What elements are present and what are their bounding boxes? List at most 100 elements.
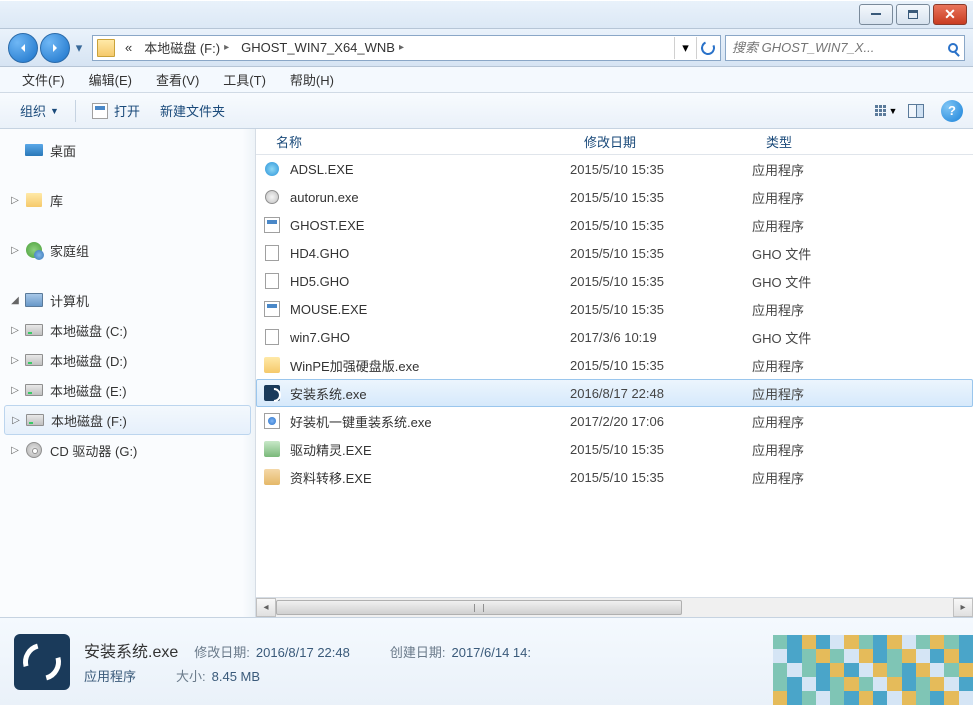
refresh-button[interactable] [696,37,718,59]
horizontal-scrollbar[interactable]: ◂ ▸ [256,597,973,617]
file-icon [262,412,282,430]
file-icon [262,356,282,374]
homegroup-icon [26,242,42,258]
file-icon [262,328,282,346]
scroll-right-button[interactable]: ▸ [953,598,973,617]
maximize-button[interactable] [896,4,930,25]
file-icon [262,160,282,178]
file-row[interactable]: HD5.GHO2015/5/10 15:35GHO 文件 [256,267,973,295]
file-list[interactable]: ADSL.EXE2015/5/10 15:35应用程序autorun.exe20… [256,155,973,597]
drive-icon [26,414,44,426]
drive-icon [25,324,43,336]
file-row[interactable]: win7.GHO2017/3/6 10:19GHO 文件 [256,323,973,351]
drive-icon [25,384,43,396]
file-name: win7.GHO [290,330,570,345]
view-mode-button[interactable]: ▼ [871,99,901,123]
file-row[interactable]: 安装系统.exe2016/8/17 22:48应用程序 [256,379,973,407]
file-name: 资料转移.EXE [290,468,570,487]
open-button[interactable]: 打开 [82,93,150,128]
file-icon [262,272,282,290]
breadcrumb-prefix[interactable]: « [119,36,138,60]
file-type: 应用程序 [752,188,804,207]
sidebar-homegroup[interactable]: ▷家庭组 [0,235,255,265]
help-button[interactable]: ? [941,100,963,122]
file-row[interactable]: WinPE加强硬盘版.exe2015/5/10 15:35应用程序 [256,351,973,379]
preview-icon [908,104,924,118]
file-row[interactable]: 驱动精灵.EXE2015/5/10 15:35应用程序 [256,435,973,463]
file-date: 2015/5/10 15:35 [570,274,752,289]
details-created-value: 2017/6/14 14: [451,645,531,660]
cd-icon [26,442,42,458]
file-date: 2015/5/10 15:35 [570,246,752,261]
toolbar: 组织▼ 打开 新建文件夹 ▼ ? [0,93,973,129]
column-type[interactable]: 类型 [766,132,973,151]
scroll-left-button[interactable]: ◂ [256,598,276,617]
file-name: HD5.GHO [290,274,570,289]
file-type: 应用程序 [752,356,804,375]
menu-help[interactable]: 帮助(H) [278,70,346,89]
details-size-label: 大小: [176,666,206,685]
back-button[interactable] [8,33,38,63]
sidebar-drive-f[interactable]: ▷本地磁盘 (F:) [4,405,251,435]
address-bar[interactable]: « 本地磁盘 (F:)▸ GHOST_WIN7_X64_WNB▸ ▾ [92,35,721,61]
file-name: MOUSE.EXE [290,302,570,317]
address-dropdown[interactable]: ▾ [674,37,696,59]
forward-button[interactable] [40,33,70,63]
preview-pane-button[interactable] [901,99,931,123]
file-name: HD4.GHO [290,246,570,261]
sidebar-drive-e[interactable]: ▷本地磁盘 (E:) [0,375,255,405]
file-row[interactable]: MOUSE.EXE2015/5/10 15:35应用程序 [256,295,973,323]
file-date: 2015/5/10 15:35 [570,470,752,485]
file-icon [262,384,282,402]
search-input[interactable] [726,40,942,55]
details-modified-label: 修改日期: [194,642,250,661]
column-name[interactable]: 名称 [276,132,584,151]
menu-file[interactable]: 文件(F) [10,70,77,89]
file-name: GHOST.EXE [290,218,570,233]
sidebar-drive-d[interactable]: ▷本地磁盘 (D:) [0,345,255,375]
file-row[interactable]: GHOST.EXE2015/5/10 15:35应用程序 [256,211,973,239]
sidebar-drive-c[interactable]: ▷本地磁盘 (C:) [0,315,255,345]
file-type: 应用程序 [752,440,804,459]
column-date[interactable]: 修改日期 [584,132,766,151]
sidebar-desktop[interactable]: 桌面 [0,135,255,165]
file-row[interactable]: ADSL.EXE2015/5/10 15:35应用程序 [256,155,973,183]
minimize-button[interactable] [859,4,893,25]
sidebar-libraries[interactable]: ▷库 [0,185,255,215]
file-icon [262,244,282,262]
breadcrumb-seg-0[interactable]: 本地磁盘 (F:)▸ [138,36,235,60]
file-name: autorun.exe [290,190,570,205]
sidebar-computer[interactable]: ◢计算机 [0,285,255,315]
file-icon [262,440,282,458]
file-date: 2015/5/10 15:35 [570,358,752,373]
search-box[interactable] [725,35,965,61]
file-type: 应用程序 [752,300,804,319]
file-row[interactable]: autorun.exe2015/5/10 15:35应用程序 [256,183,973,211]
close-button[interactable]: ✕ [933,4,967,25]
new-folder-button[interactable]: 新建文件夹 [150,93,235,128]
file-icon [262,188,282,206]
menu-view[interactable]: 查看(V) [144,70,211,89]
organize-button[interactable]: 组织▼ [10,93,69,128]
file-date: 2016/8/17 22:48 [570,386,752,401]
scroll-thumb[interactable] [276,600,682,615]
history-dropdown[interactable]: ▾ [72,33,86,63]
titlebar: ✕ [0,0,973,29]
library-icon [26,193,42,207]
file-row[interactable]: 好装机一键重装系统.exe2017/2/20 17:06应用程序 [256,407,973,435]
drive-icon [25,354,43,366]
file-row[interactable]: 资料转移.EXE2015/5/10 15:35应用程序 [256,463,973,491]
details-filetype: 应用程序 [84,666,136,685]
column-headers: 名称 修改日期 类型 [256,129,973,155]
sidebar-cd-drive[interactable]: ▷CD 驱动器 (G:) [0,435,255,465]
main-content: 名称 修改日期 类型 ADSL.EXE2015/5/10 15:35应用程序au… [256,129,973,617]
file-date: 2017/3/6 10:19 [570,330,752,345]
breadcrumb-seg-1[interactable]: GHOST_WIN7_X64_WNB▸ [235,36,410,60]
menu-tools[interactable]: 工具(T) [211,70,278,89]
file-date: 2015/5/10 15:35 [570,162,752,177]
menu-edit[interactable]: 编辑(E) [77,70,144,89]
file-row[interactable]: HD4.GHO2015/5/10 15:35GHO 文件 [256,239,973,267]
file-type: GHO 文件 [752,272,811,291]
file-date: 2015/5/10 15:35 [570,190,752,205]
file-date: 2017/2/20 17:06 [570,414,752,429]
